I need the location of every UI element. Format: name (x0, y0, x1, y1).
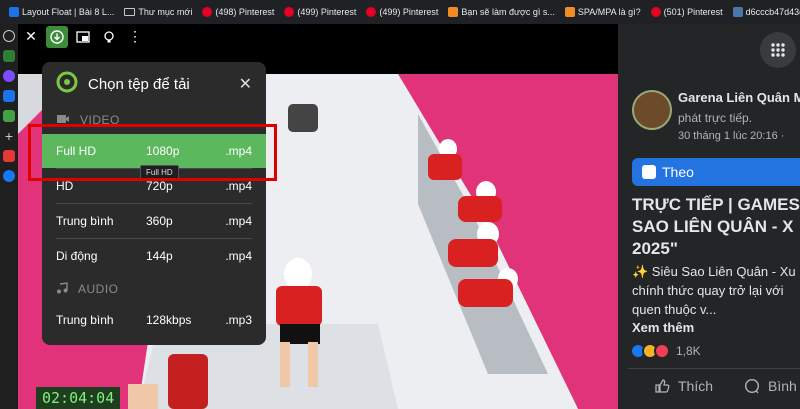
bookmark-label: (498) Pinterest (215, 7, 275, 17)
facebook-icon[interactable] (3, 170, 15, 182)
download-panel-header: Chọn tệp để tải ✕ (42, 62, 266, 106)
bookmark-label: Layout Float | Bài 8 L... (22, 7, 115, 17)
option-resolution: 144p (146, 249, 173, 263)
bookmark-item[interactable]: Layout Float | Bài 8 L... (4, 0, 119, 24)
like-label: Thích (678, 378, 714, 394)
bookmark-item[interactable]: (498) Pinterest (197, 0, 279, 24)
browser-sidebar: + (0, 24, 18, 409)
comment-label: Bình Phân (768, 378, 800, 394)
option-quality: Trung bình (56, 214, 114, 228)
post-date[interactable]: 30 tháng 1 lúc 20:16 · (678, 130, 784, 142)
folder-icon (124, 8, 136, 16)
option-resolution: 360p (146, 214, 173, 228)
bookmark-item[interactable]: Thư mục mới (119, 0, 197, 24)
thumbs-up-icon (655, 379, 670, 393)
youtube-icon[interactable] (3, 150, 15, 162)
selection-highlight-box (28, 124, 277, 181)
post-panel: Garena Liên Quân M phát trực tiếp. 30 th… (618, 24, 800, 409)
downloader-logo-icon (56, 71, 78, 98)
pinterest-icon (202, 7, 213, 17)
stream-timer: 02:04:04 (36, 387, 121, 409)
bookmark-item[interactable]: Bạn sẽ làm được gì s... (443, 0, 559, 24)
site-icon (448, 7, 459, 17)
follow-button[interactable]: Theo (632, 158, 800, 186)
document-icon (9, 7, 19, 17)
post-description: ✨ Siêu Sao Liên Quân - Xu chính thức qua… (632, 264, 796, 317)
history-icon[interactable] (3, 30, 15, 42)
follow-icon (642, 165, 656, 179)
video-toolbar: ✕ ⋮ (20, 24, 146, 49)
bookmark-item[interactable]: (501) Pinterest (646, 0, 728, 24)
ai-icon[interactable] (3, 50, 15, 62)
bookmark-label: (499) Pinterest (297, 7, 357, 17)
picture-in-picture-icon[interactable] (72, 26, 94, 48)
menu-grid-button[interactable] (760, 32, 796, 68)
option-resolution: 720p (146, 179, 173, 193)
option-resolution: 128kbps (146, 313, 192, 327)
lightbulb-icon[interactable] (98, 26, 120, 48)
channel-name[interactable]: Garena Liên Quân M (678, 90, 800, 105)
zalo-icon[interactable] (3, 90, 15, 102)
option-format: .mp4 (225, 249, 252, 263)
reactions-summary[interactable]: 1,8K (630, 342, 701, 360)
follow-label: Theo (662, 164, 694, 180)
bookmark-item[interactable]: (499) Pinterest (279, 0, 361, 24)
bookmark-label: d6cccb47d43cf43470... (745, 7, 800, 17)
bookmark-label: (501) Pinterest (663, 7, 723, 17)
download-panel-title: Chọn tệp để tải (88, 75, 190, 93)
close-icon[interactable]: ✕ (20, 26, 42, 48)
download-option[interactable]: Trung bình 360p .mp4 (42, 204, 266, 238)
see-more-link[interactable]: Xem thêm (632, 320, 694, 335)
bookmarks-bar: Layout Float | Bài 8 L... Thư mục mới (498… (0, 0, 800, 24)
bookmark-item[interactable]: d6cccb47d43cf43470... (728, 0, 800, 24)
bookmark-item[interactable]: (499) Pinterest (361, 0, 443, 24)
messenger-icon[interactable] (3, 70, 15, 82)
option-quality: HD (56, 179, 74, 193)
reaction-count: 1,8K (676, 344, 701, 358)
like-button[interactable]: Thích (654, 378, 713, 394)
pinterest-icon (366, 7, 377, 17)
option-format: .mp3 (225, 313, 252, 327)
option-format: .mp4 (225, 179, 252, 193)
site-icon (732, 7, 743, 17)
comment-icon (744, 378, 760, 394)
audio-section-header: AUDIO (42, 275, 266, 303)
download-option[interactable]: Trung bình 128kbps .mp3 (42, 303, 266, 337)
love-reaction-icon (654, 343, 670, 359)
more-options-icon[interactable]: ⋮ (124, 26, 146, 48)
audio-section-label: AUDIO (78, 282, 119, 296)
site-icon (564, 7, 575, 17)
live-status-text: phát trực tiếp. (678, 111, 753, 125)
pinterest-icon (650, 7, 661, 17)
option-format: .mp4 (225, 214, 252, 228)
download-option[interactable]: Di động 144p .mp4 (42, 239, 266, 273)
bookmark-label: Bạn sẽ làm được gì s... (461, 7, 555, 17)
download-panel: Chọn tệp để tải ✕ VIDEO Full HD 1080p .mp4… (42, 62, 266, 345)
bookmark-label: SPA/MPA là gì? (577, 7, 641, 17)
option-quality: Di động (56, 249, 98, 263)
bookmark-item[interactable]: SPA/MPA là gì? (560, 0, 646, 24)
download-icon[interactable] (46, 25, 68, 48)
game-icon[interactable] (3, 110, 15, 122)
bookmark-label: (499) Pinterest (379, 7, 439, 17)
add-icon[interactable]: + (3, 129, 15, 143)
divider (628, 368, 800, 369)
music-note-icon (56, 281, 68, 297)
bookmark-label: Thư mục mới (138, 7, 193, 17)
option-quality: Trung bình (56, 313, 114, 327)
grid-icon (771, 43, 785, 57)
pinterest-icon (284, 7, 295, 17)
close-icon[interactable]: ✕ (239, 74, 252, 94)
post-title: TRỰC TIẾP | GAMES SAO LIÊN QUÂN - X 2025… (632, 195, 800, 258)
avatar[interactable] (632, 90, 672, 130)
comment-button[interactable]: Bình Phân (744, 378, 800, 394)
